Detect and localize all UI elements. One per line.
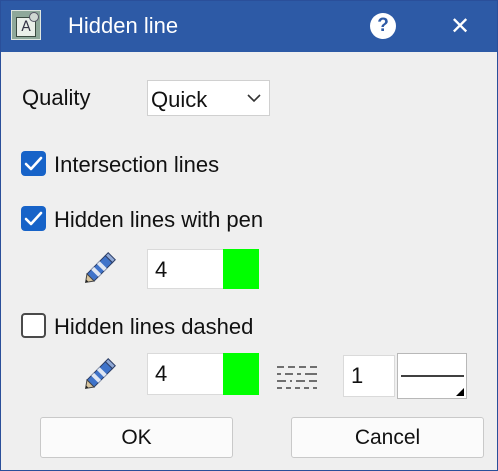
help-button[interactable]: ? bbox=[370, 13, 396, 39]
app-icon-badge bbox=[29, 12, 39, 22]
line-style-preview-icon bbox=[401, 375, 464, 396]
linetype-number-input[interactable]: 1 bbox=[343, 355, 395, 397]
ok-button[interactable]: OK bbox=[40, 417, 233, 458]
quality-label: Quality bbox=[22, 85, 91, 110]
hidden-lines-dashed-label[interactable]: Hidden lines dashed bbox=[54, 314, 253, 340]
pen-color-swatch[interactable] bbox=[223, 249, 259, 289]
cancel-button[interactable]: Cancel bbox=[291, 417, 484, 458]
checkmark-icon bbox=[24, 156, 43, 171]
hidden-lines-dashed-checkbox[interactable] bbox=[21, 313, 46, 338]
dashed-pen-number-value: 4 bbox=[155, 361, 168, 386]
quality-value: Quick bbox=[151, 87, 208, 112]
dashed-pen-number-input[interactable]: 4 bbox=[147, 353, 224, 395]
quality-select[interactable]: Quick bbox=[147, 80, 270, 116]
pen-icon[interactable] bbox=[79, 249, 119, 289]
app-icon: A bbox=[11, 10, 41, 40]
hidden-lines-with-pen-checkbox[interactable] bbox=[21, 206, 46, 231]
window-title: Hidden line bbox=[68, 13, 179, 38]
linetype-icon[interactable] bbox=[276, 363, 318, 393]
linetype-number-value: 1 bbox=[351, 363, 364, 388]
close-button[interactable]: ✕ bbox=[446, 11, 474, 41]
title-bar[interactable]: A Hidden line ? ✕ bbox=[1, 1, 497, 52]
line-style-selector[interactable] bbox=[397, 353, 467, 399]
pen-number-value: 4 bbox=[155, 257, 168, 282]
dashed-pen-color-swatch[interactable] bbox=[223, 353, 259, 395]
checkmark-icon bbox=[24, 211, 43, 226]
hidden-line-dialog: A Hidden line ? ✕ Quality Quick Intersec… bbox=[0, 0, 498, 471]
pen-number-input[interactable]: 4 bbox=[147, 249, 224, 289]
pen-icon[interactable] bbox=[79, 355, 119, 395]
hidden-lines-with-pen-label[interactable]: Hidden lines with pen bbox=[54, 207, 263, 233]
chevron-down-icon bbox=[247, 94, 261, 103]
intersection-lines-label[interactable]: Intersection lines bbox=[54, 152, 219, 178]
intersection-lines-checkbox[interactable] bbox=[21, 151, 46, 176]
